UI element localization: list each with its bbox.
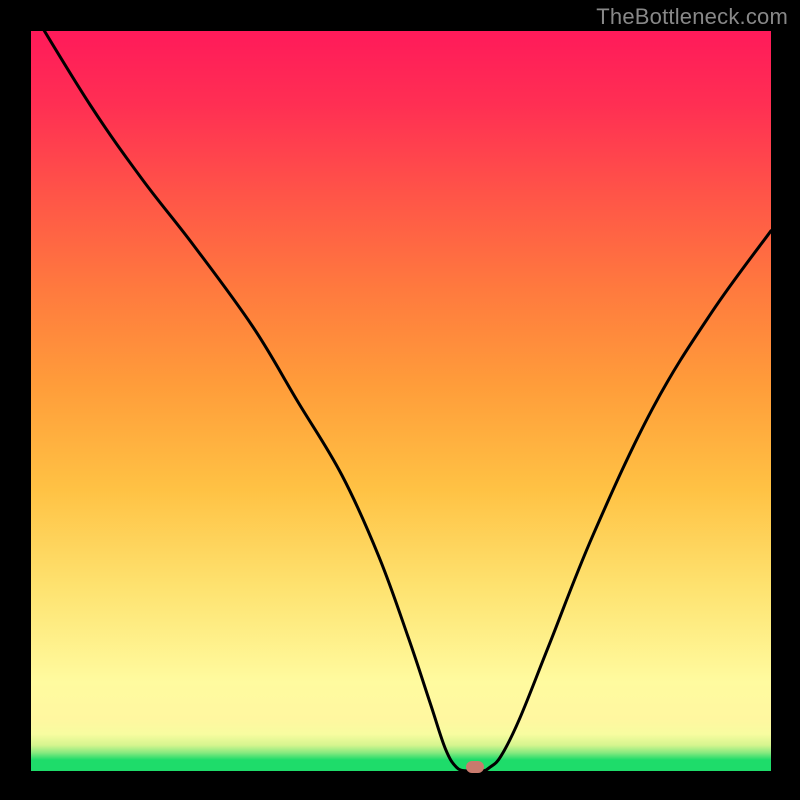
bottleneck-curve-path <box>31 31 771 771</box>
chart-container: TheBottleneck.com <box>0 0 800 800</box>
attribution-text: TheBottleneck.com <box>596 4 788 30</box>
bottleneck-curve-svg <box>31 31 771 771</box>
optimal-point-marker <box>466 761 484 773</box>
plot-area <box>31 31 771 771</box>
